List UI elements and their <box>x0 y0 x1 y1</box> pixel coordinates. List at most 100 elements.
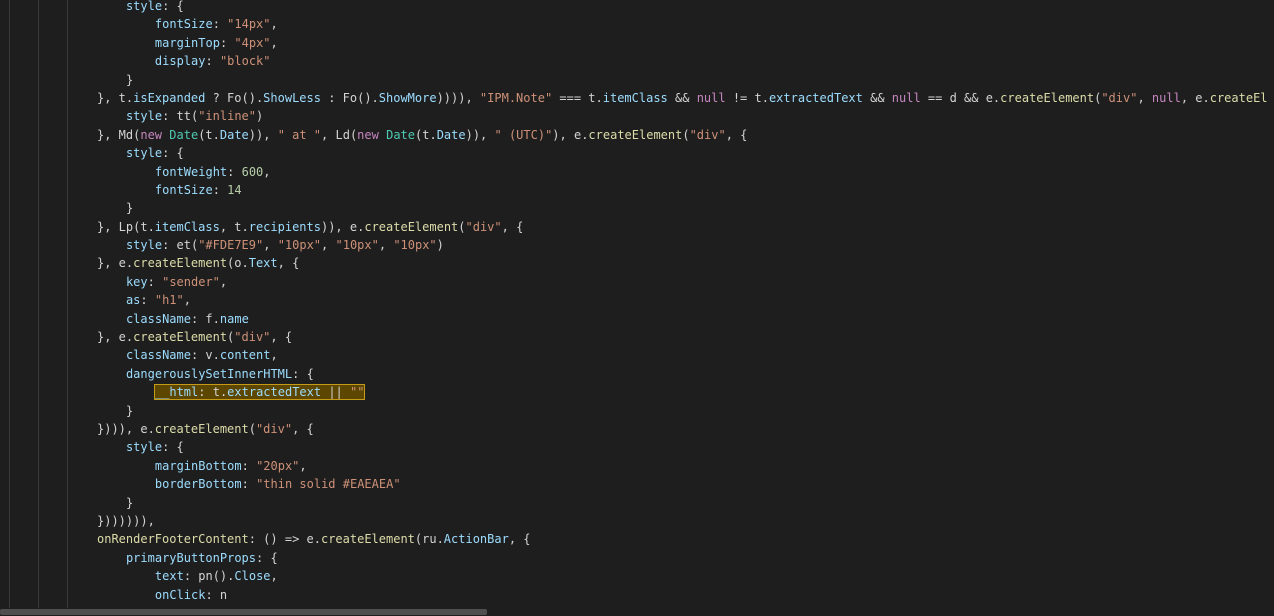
code-token: , <box>263 238 278 253</box>
code-line-content: fontWeight: 600, <box>155 165 271 179</box>
code-token: : f. <box>190 311 220 326</box>
code-token: createElement <box>320 532 415 547</box>
code-token: )))), <box>436 90 480 105</box>
code-token: "14px" <box>227 17 271 32</box>
code-line-content: dangerouslySetInnerHTML: { <box>126 367 314 381</box>
code-line: fontWeight: 600, <box>0 163 1274 181</box>
code-line-content: as: "h1", <box>126 293 191 307</box>
code-token: } <box>125 201 134 216</box>
code-line: }, t.isExpanded ? Fo().ShowLess : Fo().S… <box>0 89 1274 107</box>
code-token: , { <box>277 256 300 271</box>
code-token: "div" <box>234 330 271 345</box>
code-line-content: style: { <box>126 440 184 454</box>
code-token: createElement <box>1000 90 1095 105</box>
code-token: "IPM.Note" <box>479 90 553 105</box>
code-line-content: style: { <box>126 0 184 13</box>
code-token: ShowLess <box>263 90 321 105</box>
code-line: } <box>0 494 1274 512</box>
code-token: (o. <box>227 256 249 271</box>
code-token: : v. <box>190 348 220 363</box>
code-token: : n <box>205 587 228 602</box>
code-token: "#FDE7E9" <box>198 238 264 253</box>
code-token: "20px" <box>256 458 300 473</box>
code-token: name <box>219 311 249 326</box>
code-line-content: marginBottom: "20px", <box>155 459 307 473</box>
code-line: dangerouslySetInnerHTML: { <box>0 365 1274 383</box>
code-token: : { <box>256 550 278 565</box>
code-token: , <box>183 293 191 308</box>
code-token: Date <box>169 127 199 142</box>
code-token: "sender" <box>162 274 220 289</box>
code-line-content: } <box>126 73 133 87</box>
code-token: onClick <box>154 587 206 602</box>
code-line-content: primaryButtonProps: { <box>126 551 278 565</box>
code-token: createElement <box>364 219 459 234</box>
code-token: }, Lp(t. <box>97 219 155 234</box>
code-line: })))))), <box>0 512 1274 530</box>
code-token: 14 <box>227 182 242 197</box>
code-token: : { <box>162 440 184 455</box>
code-token: null <box>696 90 726 105</box>
code-token: , <box>263 164 271 179</box>
code-token: borderBottom <box>154 477 242 492</box>
code-token: "10px" <box>393 238 437 253</box>
code-line: onRenderFooterContent: () => e.createEle… <box>0 530 1274 548</box>
code-token: "div" <box>1101 90 1138 105</box>
code-line-content: className: v.content, <box>126 348 278 362</box>
code-token: )), <box>465 127 495 142</box>
code-token: "h1" <box>154 293 184 308</box>
code-token: , { <box>270 330 293 345</box>
code-token: content <box>219 348 271 363</box>
code-token: || <box>321 385 350 400</box>
code-token: ) <box>436 238 444 253</box>
code-token: null <box>1151 90 1181 105</box>
code-line: __html: t.extractedText || "" <box>0 383 1274 401</box>
highlighted-match: __html: t.extractedText || "" <box>153 384 366 401</box>
code-token: }, e. <box>97 330 134 345</box>
code-token: : { <box>292 366 314 381</box>
scrollbar-thumb[interactable] <box>0 609 487 615</box>
code-line: fontSize: 14 <box>0 181 1274 199</box>
code-line: }, Lp(t.itemClass, t.recipients)), e.cre… <box>0 218 1274 236</box>
code-token: }, e. <box>97 256 134 271</box>
code-token: : { <box>162 0 184 13</box>
code-token: createElement <box>154 421 249 436</box>
code-line: className: f.name <box>0 310 1274 328</box>
code-line: onClick: n <box>0 586 1274 604</box>
code-line-content: style: et("#FDE7E9", "10px", "10px", "10… <box>126 238 444 252</box>
code-line: }, e.createElement(o.Text, { <box>0 254 1274 272</box>
code-token: Date <box>386 127 415 142</box>
code-line: }, e.createElement("div", { <box>0 328 1274 346</box>
code-line: style: { <box>0 438 1274 456</box>
code-token: new <box>357 127 379 142</box>
code-token: })))))), <box>97 513 155 528</box>
code-token: ? Fo(). <box>205 90 264 105</box>
code-token: , { <box>501 219 524 234</box>
code-token: , <box>321 238 336 253</box>
code-token: : et( <box>162 238 199 253</box>
code-token: == d && e. <box>920 90 1001 105</box>
code-token: "div" <box>465 219 502 234</box>
code-token: , t. <box>219 219 249 234</box>
code-token: isExpanded <box>133 90 206 105</box>
code-token: Close <box>234 569 271 584</box>
code-token: && <box>862 90 892 105</box>
code-token: : t. <box>198 385 228 400</box>
code-token: "inline" <box>198 109 256 124</box>
code-line: }))), e.createElement("div", { <box>0 420 1274 438</box>
code-token: ) <box>256 109 264 124</box>
horizontal-scrollbar[interactable] <box>0 608 1274 616</box>
code-token: , <box>270 17 278 32</box>
code-token: }))), e. <box>97 421 155 436</box>
code-token: itemClass <box>602 90 668 105</box>
code-token: itemClass <box>154 219 220 234</box>
code-token: , <box>270 35 278 50</box>
code-token: , <box>219 274 228 289</box>
code-line: } <box>0 402 1274 420</box>
code-token: : <box>241 458 257 473</box>
code-line-content: }, e.createElement("div", { <box>97 330 292 344</box>
code-editor[interactable]: style: {fontSize: "14px", marginTop: "4px… <box>0 0 1274 608</box>
code-token: , { <box>725 127 748 142</box>
code-token: ( <box>682 127 690 142</box>
